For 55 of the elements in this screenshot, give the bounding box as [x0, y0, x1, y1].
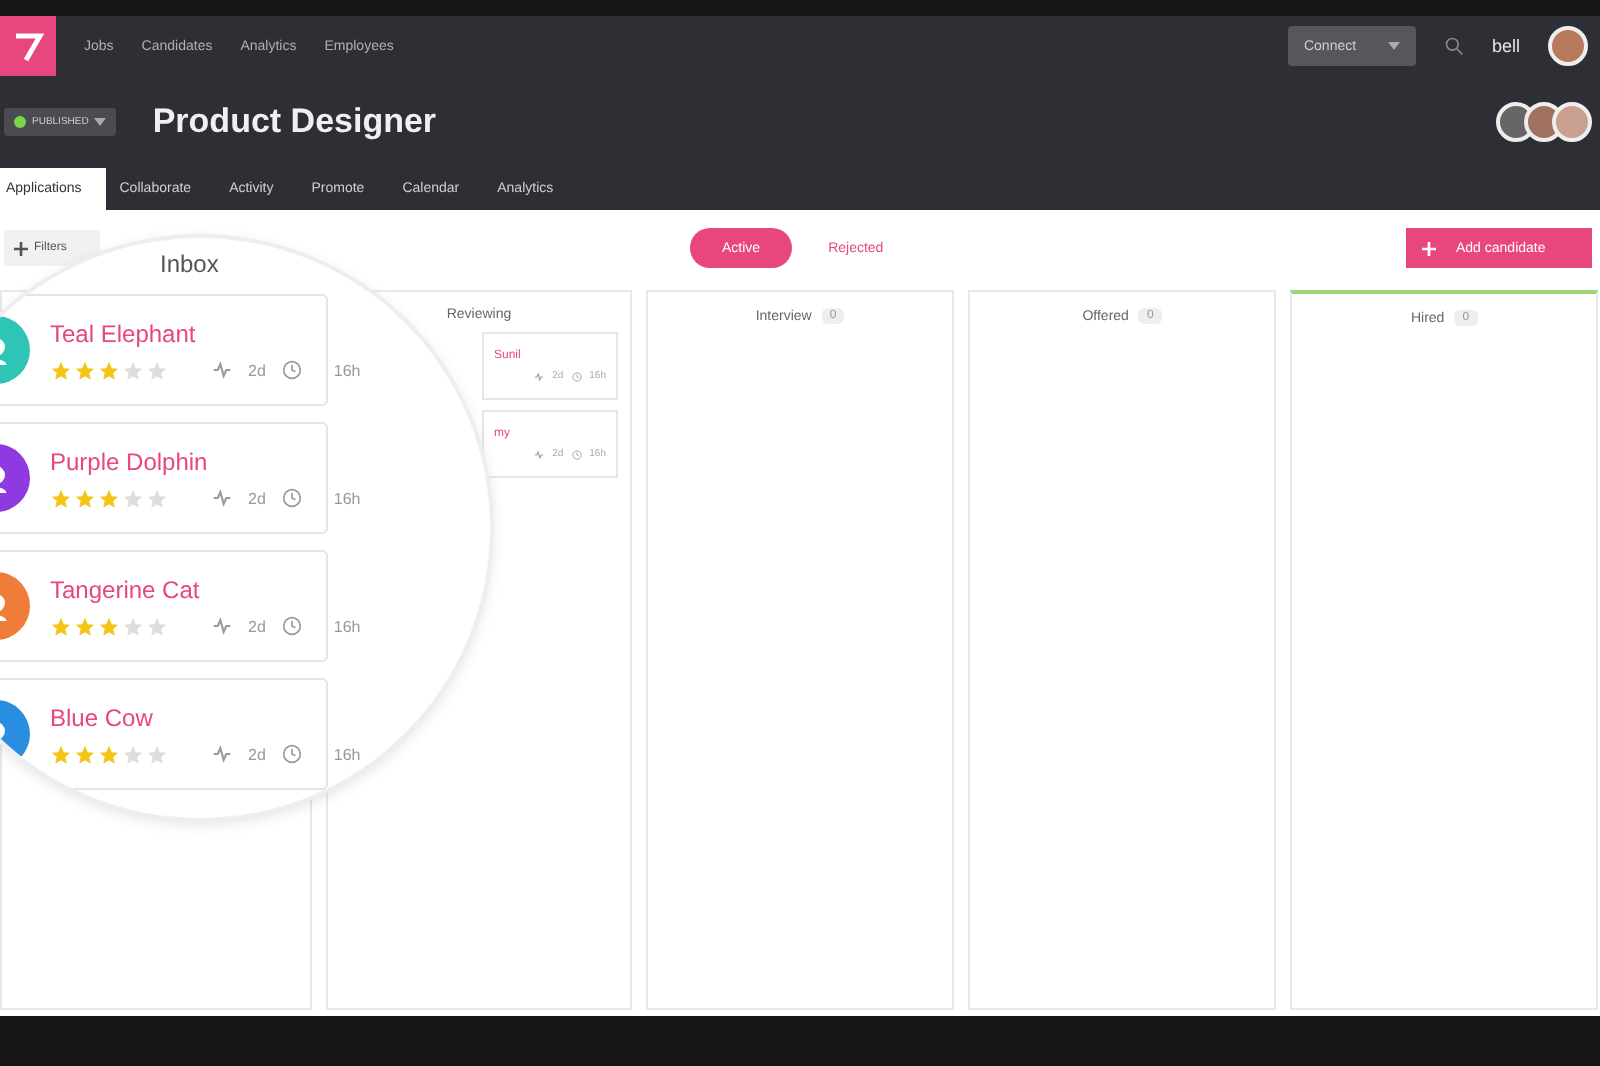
age-label: 2d [248, 361, 266, 379]
star-icon [74, 359, 96, 381]
clock-icon [281, 360, 302, 380]
time-label: 16h [333, 745, 361, 763]
logo-icon[interactable] [0, 16, 56, 76]
star-icon [74, 615, 96, 637]
pulse-icon [212, 616, 232, 636]
column-title: Inbox [160, 250, 221, 278]
pulse-icon [534, 371, 545, 381]
time-label: 16h [333, 361, 361, 379]
star-icon [50, 359, 72, 381]
time-label: 16h [333, 489, 361, 507]
star-icon [122, 615, 144, 637]
clock-icon [571, 449, 582, 459]
candidate-name: Blue Cow [50, 703, 155, 731]
user-avatar[interactable] [1548, 26, 1588, 66]
plus-icon [14, 241, 28, 255]
pulse-icon [212, 744, 232, 764]
candidate-name: Tangerine Cat [50, 575, 202, 603]
star-icon [98, 743, 120, 765]
candidate-name: Purple Dolphin [50, 447, 210, 475]
age-label: 2d [248, 617, 266, 635]
star-icon [50, 743, 72, 765]
star-icon [146, 359, 168, 381]
pulse-icon [534, 449, 545, 459]
team-avatar [1552, 102, 1592, 142]
clock-icon [281, 616, 302, 636]
caret-icon [94, 118, 107, 126]
candidate-name: Teal Elephant [50, 319, 198, 347]
star-icon [122, 359, 144, 381]
search-icon[interactable] [1443, 36, 1464, 56]
time-label: 16h [333, 617, 361, 635]
star-icon [146, 487, 168, 509]
star-icon [146, 743, 168, 765]
star-icon [146, 615, 168, 637]
star-icon [50, 615, 72, 637]
star-icon [98, 615, 120, 637]
clock-icon [281, 488, 302, 508]
plus-icon [1422, 241, 1436, 255]
star-icon [98, 359, 120, 381]
pulse-icon [212, 360, 232, 380]
job-title: Product Designer [152, 102, 437, 142]
star-icon [74, 743, 96, 765]
star-icon [50, 487, 72, 509]
clock-icon [571, 371, 582, 381]
pulse-icon [212, 488, 232, 508]
star-icon [74, 487, 96, 509]
star-icon [122, 743, 144, 765]
clock-icon [281, 744, 302, 764]
star-icon [122, 487, 144, 509]
user-name: bell [1491, 36, 1520, 56]
age-label: 2d [248, 745, 266, 763]
caret-icon [1387, 42, 1400, 50]
age-label: 2d [248, 489, 266, 507]
star-icon [98, 487, 120, 509]
